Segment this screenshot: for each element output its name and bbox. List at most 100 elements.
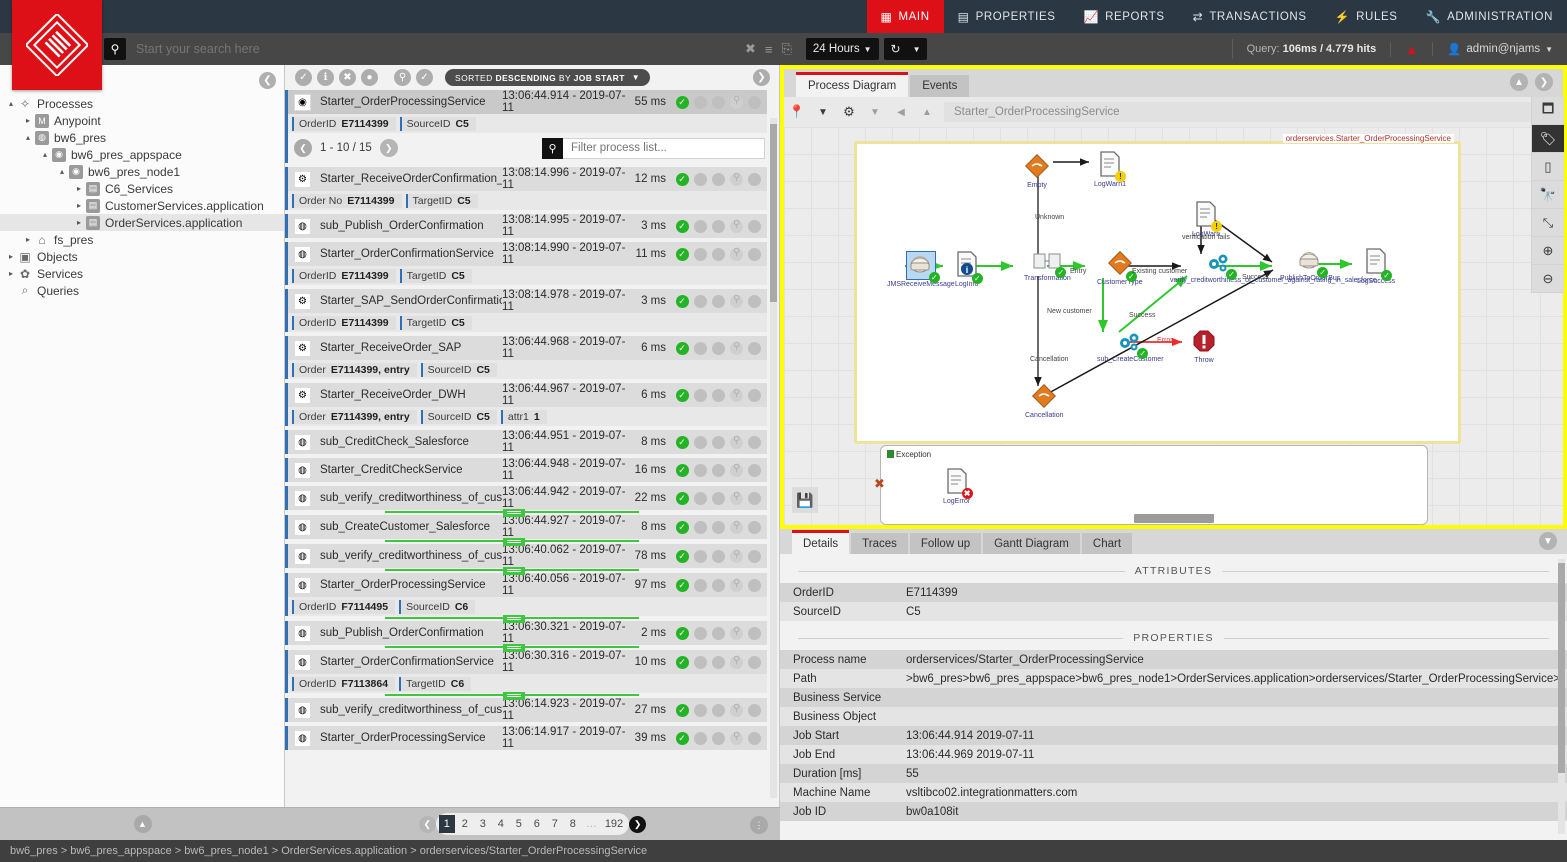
pin-icon[interactable]: ⚲ bbox=[394, 69, 411, 86]
twisty-icon[interactable]: ▸ bbox=[72, 184, 86, 193]
gears-icon[interactable]: ⚙ bbox=[836, 98, 862, 126]
process-row[interactable]: ◍ Starter_OrderConfirmationService 13:06:3… bbox=[285, 650, 767, 674]
process-row[interactable]: ◍ sub_CreditCheck_Salesforce 13:06:44.951 … bbox=[285, 430, 767, 454]
process-row[interactable]: ◍ sub_verify_creditworthiness_of_custo 13:… bbox=[285, 544, 767, 568]
prev-icon[interactable]: ❮ bbox=[418, 815, 436, 833]
sidebar-item-queries[interactable]: ⌕ Queries bbox=[0, 282, 284, 299]
chevron-down-icon[interactable]: ▼ bbox=[810, 98, 836, 126]
details-scrollbar[interactable] bbox=[1558, 559, 1565, 834]
tab-events[interactable]: Events bbox=[910, 75, 970, 97]
process-row[interactable]: ◍ Starter_OrderProcessingService 13:06:14.… bbox=[285, 726, 767, 750]
app-logo[interactable] bbox=[12, 0, 102, 90]
time-range-selector[interactable]: 24 Hours ▼ bbox=[805, 38, 879, 60]
info-icon[interactable]: ⋮ bbox=[750, 816, 768, 834]
chevron-down-icon[interactable]: ▼ bbox=[913, 45, 921, 54]
next-icon[interactable]: ❯ bbox=[629, 815, 647, 833]
group-handle[interactable] bbox=[503, 692, 525, 700]
sidebar-item-objects[interactable]: ▸ ▣ Objects bbox=[0, 248, 284, 265]
tab-traces[interactable]: Traces bbox=[851, 533, 908, 554]
tab-chart[interactable]: Chart bbox=[1081, 533, 1133, 554]
diagram-horizontal-scrollbar[interactable] bbox=[1134, 514, 1214, 523]
status-record-icon[interactable]: ● bbox=[361, 69, 378, 86]
triangle-down-icon[interactable]: ▼ bbox=[862, 98, 888, 126]
twisty-icon[interactable]: ▸ bbox=[72, 201, 86, 210]
pagination-page-4[interactable]: 4 bbox=[493, 815, 509, 833]
fit-icon[interactable]: ⤡ bbox=[1532, 209, 1564, 237]
tab-follow-up[interactable]: Follow up bbox=[909, 533, 982, 554]
search-input[interactable] bbox=[126, 38, 741, 60]
process-row[interactable]: ◍ sub_Publish_OrderConfirmation 13:06:30.3… bbox=[285, 621, 767, 645]
process-selector-field[interactable]: Starter_OrderProcessingService ▼ bbox=[944, 102, 1561, 122]
pagination-page-8[interactable]: 8 bbox=[565, 815, 581, 833]
next-arrow-icon[interactable]: ❯ bbox=[1535, 73, 1553, 91]
user-menu[interactable]: 👤 admin@njams ▼ bbox=[1432, 42, 1567, 56]
next-icon[interactable]: ❯ bbox=[379, 139, 398, 157]
list-icon[interactable]: ≡ bbox=[765, 42, 773, 57]
diagram-node-cancellation[interactable]: Cancellation bbox=[1025, 383, 1064, 419]
twisty-icon[interactable]: ▴ bbox=[55, 167, 69, 176]
diagram-node-throw[interactable]: Throw bbox=[1192, 329, 1216, 364]
sidebar-item-bw6-pres-node1[interactable]: ▴ ◉ bw6_pres_node1 bbox=[0, 163, 284, 180]
diagram-node-loginfo[interactable]: i ✓ LogInfo bbox=[955, 251, 983, 288]
scroll-up-icon[interactable]: ▲ bbox=[1510, 73, 1528, 91]
diagram-node-jms[interactable]: ✓ JMSReceiveMessage bbox=[887, 251, 955, 288]
process-row[interactable]: ◍ Starter_OrderConfirmationService 13:08:1… bbox=[285, 242, 767, 266]
nav-item-properties[interactable]: ▤ PROPERTIES bbox=[944, 0, 1070, 33]
process-row-selected[interactable]: ◉ Starter_OrderProcessingService 13:06:4… bbox=[285, 90, 767, 114]
twisty-icon[interactable]: ▸ bbox=[21, 235, 35, 244]
sidebar-item-services[interactable]: ▸ ✿ Services bbox=[0, 265, 284, 282]
twisty-icon[interactable]: ▴ bbox=[4, 99, 18, 108]
pagination-page-2[interactable]: 2 bbox=[457, 815, 473, 833]
group-handle[interactable] bbox=[503, 509, 525, 517]
group-handle[interactable] bbox=[503, 538, 525, 546]
save-icon[interactable]: ⎘ bbox=[782, 41, 792, 57]
zoom-out-icon[interactable]: ⊖ bbox=[1532, 265, 1564, 293]
status-info-icon[interactable]: ℹ bbox=[317, 69, 334, 86]
window-icon[interactable]: 🗖 bbox=[1532, 97, 1564, 125]
chip-icon[interactable]: ▯ bbox=[1532, 153, 1564, 181]
save-icon[interactable]: 💾 bbox=[792, 487, 818, 513]
refresh-controls[interactable]: ↻ ▼ bbox=[883, 38, 928, 60]
process-row[interactable]: ◍ Starter_CreditCheckService 13:06:44.948 … bbox=[285, 458, 767, 482]
download-icon[interactable]: ▼ bbox=[1539, 532, 1557, 550]
nav-item-rules[interactable]: ⚡ RULES bbox=[1321, 0, 1412, 33]
search-icon[interactable]: ⚲ bbox=[542, 137, 563, 159]
zoom-in-icon[interactable]: ⊕ bbox=[1532, 237, 1564, 265]
tab-gantt-diagram[interactable]: Gantt Diagram bbox=[983, 533, 1080, 554]
diagram-node-logerror[interactable]: ✖ LogError bbox=[943, 468, 973, 505]
twisty-icon[interactable]: ▸ bbox=[21, 116, 35, 125]
check-icon[interactable]: ✓ bbox=[416, 69, 433, 86]
process-row[interactable]: ◍ sub_Publish_OrderConfirmation 13:08:14.9… bbox=[285, 214, 767, 238]
twisty-icon[interactable]: ▸ bbox=[72, 218, 86, 227]
sidebar-item-bw6-pres[interactable]: ▴ ◍ bw6_pres bbox=[0, 129, 284, 146]
prev-icon[interactable]: ❮ bbox=[294, 139, 312, 157]
diagram-canvas[interactable]: orderservices.Starter_OrderProcessingSer… bbox=[784, 127, 1563, 525]
diagram-node-publish[interactable]: ✓ PublishToOrderBus bbox=[1280, 249, 1340, 282]
tab-process-diagram[interactable]: Process Diagram bbox=[796, 72, 909, 97]
refresh-icon[interactable]: ↻ bbox=[891, 42, 901, 56]
process-list-scrollbar[interactable] bbox=[770, 118, 777, 798]
process-row[interactable]: ◍ sub_verify_creditworthiness_of_custo 13:… bbox=[285, 698, 767, 722]
sidebar-item-bw6-pres-appspace[interactable]: ▴ ◉ bw6_pres_appspace bbox=[0, 146, 284, 163]
pagination-page-1[interactable]: 1 bbox=[438, 815, 455, 833]
sidebar-item-fs-pres[interactable]: ▸ ⌂ fs_pres bbox=[0, 231, 284, 248]
pin-icon[interactable]: 📍 bbox=[784, 98, 810, 126]
diagram-node-empty[interactable]: Empty bbox=[1024, 153, 1050, 189]
nav-item-transactions[interactable]: ⇄ TRANSACTIONS bbox=[1179, 0, 1321, 33]
diagram-node-createcustomer[interactable]: ✓ sub_CreateCustomer bbox=[1097, 330, 1164, 363]
twisty-icon[interactable]: ▸ bbox=[4, 269, 18, 278]
alert-icon[interactable]: ▲ bbox=[1390, 41, 1432, 57]
process-row[interactable]: ⚙ Starter_ReceiveOrder_DWH 13:06:44.967 - … bbox=[285, 383, 767, 407]
diagram-node-logsuccess[interactable]: ✓ LogSuccess bbox=[1357, 248, 1395, 285]
sidebar-item-processes[interactable]: ▴ ✧ Processes bbox=[0, 95, 284, 112]
process-row[interactable]: ◍ sub_verify_creditworthiness_of_custo 13:… bbox=[285, 486, 767, 510]
collapse-right-icon[interactable]: ❯ bbox=[753, 69, 770, 86]
tag-icon[interactable]: 🏷 bbox=[1532, 125, 1564, 153]
nav-item-main[interactable]: ▦ MAIN bbox=[866, 0, 944, 33]
status-error-icon[interactable]: ✖ bbox=[339, 69, 356, 86]
pagination-page-5[interactable]: 5 bbox=[511, 815, 527, 833]
diagram-node-logwarn1[interactable]: ! LogWarn1 bbox=[1094, 151, 1126, 188]
group-handle[interactable] bbox=[503, 615, 525, 623]
process-row[interactable]: ⚙ Starter_SAP_SendOrderConfirmation 13:08:… bbox=[285, 289, 767, 313]
group-handle[interactable] bbox=[503, 644, 525, 652]
